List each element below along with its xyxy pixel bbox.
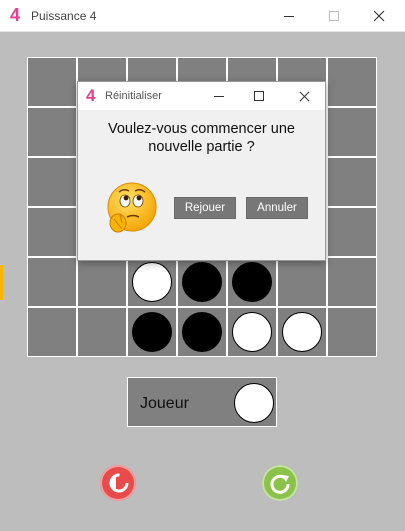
maximize-icon <box>329 11 339 21</box>
black-disc <box>182 262 222 302</box>
current-player-panel: Joueur <box>127 377 277 427</box>
board-cell[interactable] <box>77 307 127 357</box>
board-cell[interactable] <box>27 157 77 207</box>
refresh-icon <box>270 474 290 494</box>
board-cell[interactable] <box>27 57 77 107</box>
board-cell[interactable] <box>77 257 127 307</box>
replay-button[interactable]: Rejouer <box>174 197 236 219</box>
white-disc <box>232 312 272 352</box>
dialog-titlebar: 4 Réinitialiser <box>78 82 325 110</box>
minimize-button[interactable] <box>266 0 312 32</box>
white-disc <box>282 312 322 352</box>
close-button[interactable] <box>356 0 402 32</box>
dialog-message: Voulez-vous commencer une nouvelle parti… <box>78 120 325 156</box>
maximize-icon <box>254 91 264 101</box>
board-cell[interactable] <box>327 57 377 107</box>
dialog-message-line2: nouvelle partie ? <box>148 139 255 155</box>
dialog-logo: 4 <box>86 86 96 105</box>
window-title: Puissance 4 <box>31 9 97 23</box>
black-disc <box>232 262 272 302</box>
cancel-button[interactable]: Annuler <box>246 197 308 219</box>
dialog-message-line1: Voulez-vous commencer une <box>108 121 295 137</box>
black-disc <box>132 312 172 352</box>
dialog-title: Réinitialiser <box>105 90 162 102</box>
player-disc <box>234 383 274 423</box>
board-cell[interactable] <box>27 207 77 257</box>
minimize-icon <box>284 15 294 17</box>
maximize-button[interactable] <box>311 0 357 32</box>
dialog-minimize-button[interactable] <box>198 82 240 110</box>
window-titlebar: 4 Puissance 4 <box>0 0 405 32</box>
minimize-icon <box>214 95 224 97</box>
close-icon <box>373 10 385 22</box>
back-button[interactable] <box>100 465 136 501</box>
black-disc <box>182 312 222 352</box>
board-cell[interactable] <box>327 157 377 207</box>
back-arrow-icon <box>109 473 129 493</box>
dialog-close-button[interactable] <box>283 82 325 110</box>
board-cell[interactable] <box>327 207 377 257</box>
dialog-maximize-button[interactable] <box>238 82 280 110</box>
restart-button[interactable] <box>262 465 298 501</box>
thinking-emoji-icon <box>107 182 157 233</box>
board-cell[interactable] <box>327 257 377 307</box>
reset-dialog: 4 Réinitialiser Voulez-vous commencer un… <box>77 81 326 261</box>
player-label: Joueur <box>140 395 189 412</box>
board-cell[interactable] <box>27 107 77 157</box>
app-logo: 4 <box>10 5 21 25</box>
edge-fragment <box>0 265 3 300</box>
board-cell[interactable] <box>327 107 377 157</box>
board-cell[interactable] <box>27 307 77 357</box>
close-icon <box>299 91 309 101</box>
board-cell[interactable] <box>327 307 377 357</box>
white-disc <box>132 262 172 302</box>
board-cell[interactable] <box>277 257 327 307</box>
board-cell[interactable] <box>27 257 77 307</box>
